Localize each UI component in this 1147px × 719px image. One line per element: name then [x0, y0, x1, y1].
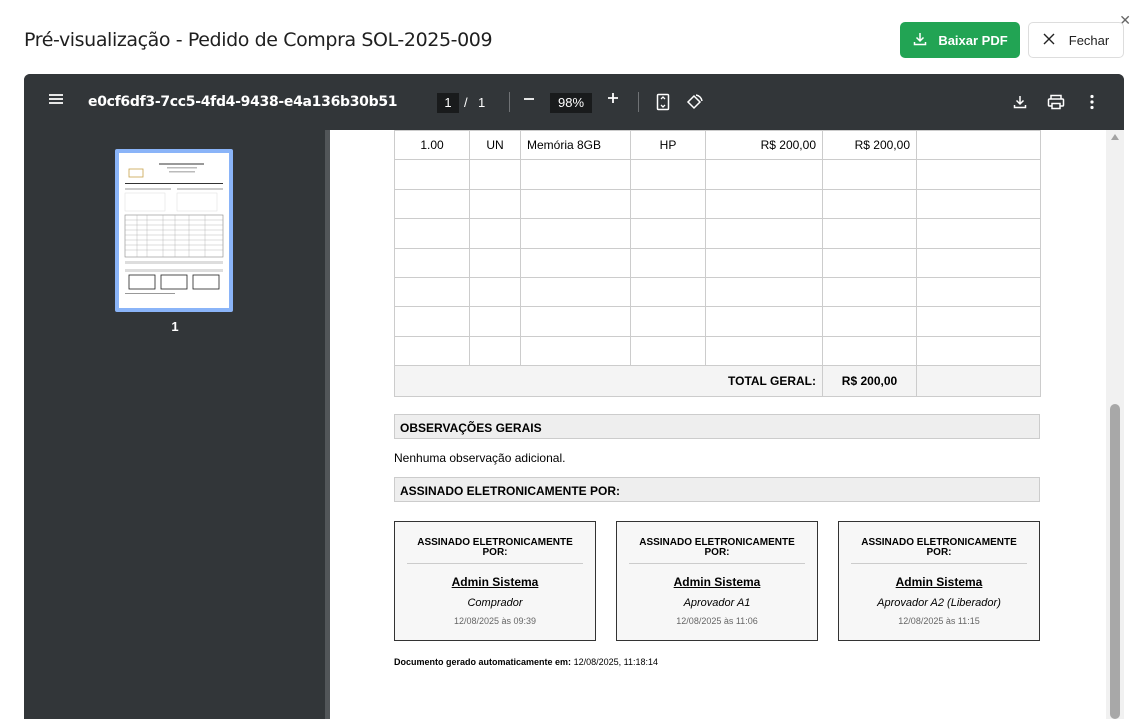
signature-header: ASSINADO ELETRONICAMENTE POR: — [629, 538, 805, 564]
page-separator: / — [464, 95, 468, 110]
modal-title: Pré-visualização - Pedido de Compra SOL-… — [24, 29, 493, 51]
signer-role: Aprovador A2 (Liberador) — [877, 597, 1001, 609]
signer-role: Aprovador A1 — [683, 597, 751, 609]
close-label: Fechar — [1068, 32, 1110, 48]
total-label: TOTAL GERAL: — [394, 365, 823, 398]
signature-box: ASSINADO ELETRONICAMENTE POR: Admin Sist… — [616, 521, 818, 641]
table-row — [394, 159, 1041, 190]
signature-date: 12/08/2025 às 11:15 — [898, 616, 980, 626]
signer-name: Admin Sistema — [451, 575, 539, 589]
table-row: 1.00 UN Memória 8GB HP R$ 200,00 R$ 200,… — [394, 129, 1041, 161]
download-icon[interactable] — [1010, 92, 1030, 112]
page-number-input[interactable]: 1 — [437, 93, 459, 113]
rotate-icon[interactable] — [685, 92, 705, 112]
plus-icon[interactable] — [606, 88, 620, 111]
item-unit-price: R$ 200,00 — [705, 129, 823, 161]
scrollbar[interactable] — [1106, 130, 1124, 719]
zoom-input[interactable]: 98% — [550, 93, 592, 113]
signature-header: ASSINADO ELETRONICAMENTE POR: — [407, 538, 583, 564]
signer-name: Admin Sistema — [673, 575, 761, 589]
table-row — [394, 306, 1041, 337]
generated-value: 12/08/2025, 11:18:14 — [573, 657, 658, 667]
fit-page-icon[interactable] — [653, 92, 673, 112]
menu-icon[interactable] — [48, 90, 64, 111]
thumbnail-page-image — [119, 153, 229, 308]
table-row — [394, 218, 1041, 249]
thumbnail-sidebar: 1 — [24, 130, 325, 719]
item-total: R$ 200,00 — [822, 129, 917, 161]
total-value: R$ 200,00 — [822, 365, 917, 398]
signature-box: ASSINADO ELETRONICAMENTE POR: Admin Sist… — [394, 521, 596, 641]
close-icon — [1043, 33, 1055, 48]
download-icon — [912, 31, 928, 50]
items-table: 1.00 UN Memória 8GB HP R$ 200,00 R$ 200,… — [394, 129, 1041, 398]
signature-date: 12/08/2025 às 09:39 — [453, 616, 537, 626]
page-thumbnail[interactable] — [115, 149, 233, 312]
document-filename: e0cf6df3-7cc5-4fd4-9438-e4a136b30b51 — [88, 94, 398, 110]
observations-header: OBSERVAÇÕES GERAIS — [394, 414, 1040, 439]
scrollbar-thumb[interactable] — [1110, 404, 1120, 719]
generated-label: Documento gerado automaticamente em: — [394, 657, 572, 667]
signer-name: Admin Sistema — [895, 575, 983, 589]
signature-box: ASSINADO ELETRONICAMENTE POR: Admin Sist… — [838, 521, 1040, 641]
close-button[interactable]: Fechar — [1028, 22, 1124, 58]
divider — [509, 92, 510, 112]
item-brand: HP — [630, 129, 706, 161]
item-unit: UN — [469, 129, 521, 161]
signature-header: ASSINADO ELETRONICAMENTE POR: — [851, 538, 1027, 564]
total-row: TOTAL GERAL: R$ 200,00 — [394, 365, 1041, 398]
minus-icon[interactable] — [522, 89, 536, 112]
page-total: 1 — [478, 95, 486, 110]
pdf-viewer: e0cf6df3-7cc5-4fd4-9438-e4a136b30b51 1 /… — [24, 74, 1124, 719]
item-qty: 1.00 — [394, 129, 470, 161]
table-row — [394, 247, 1041, 278]
divider — [638, 92, 639, 112]
more-vert-icon[interactable] — [1082, 92, 1102, 112]
scroll-up-icon[interactable] — [1111, 134, 1119, 140]
pdf-page: 1.00 UN Memória 8GB HP R$ 200,00 R$ 200,… — [330, 129, 1106, 719]
thumbnail-number: 1 — [171, 319, 179, 334]
observations-text: Nenhuma observação adicional. — [394, 451, 566, 465]
signature-date: 12/08/2025 às 11:06 — [676, 616, 758, 626]
download-pdf-button[interactable]: Baixar PDF — [900, 22, 1020, 58]
generated-footer: Documento gerado automaticamente em: 12/… — [394, 657, 658, 667]
download-pdf-label: Baixar PDF — [938, 32, 1008, 48]
table-row — [394, 276, 1041, 308]
table-row — [394, 188, 1041, 220]
print-icon[interactable] — [1046, 92, 1066, 112]
table-row — [394, 335, 1041, 367]
viewer-toolbar: e0cf6df3-7cc5-4fd4-9438-e4a136b30b51 1 /… — [24, 74, 1124, 130]
item-notes — [916, 129, 1041, 161]
signer-role: Comprador — [467, 597, 523, 609]
item-description: Memória 8GB — [520, 129, 631, 161]
signed-by-header: ASSINADO ELETRONICAMENTE POR: — [394, 477, 1040, 502]
